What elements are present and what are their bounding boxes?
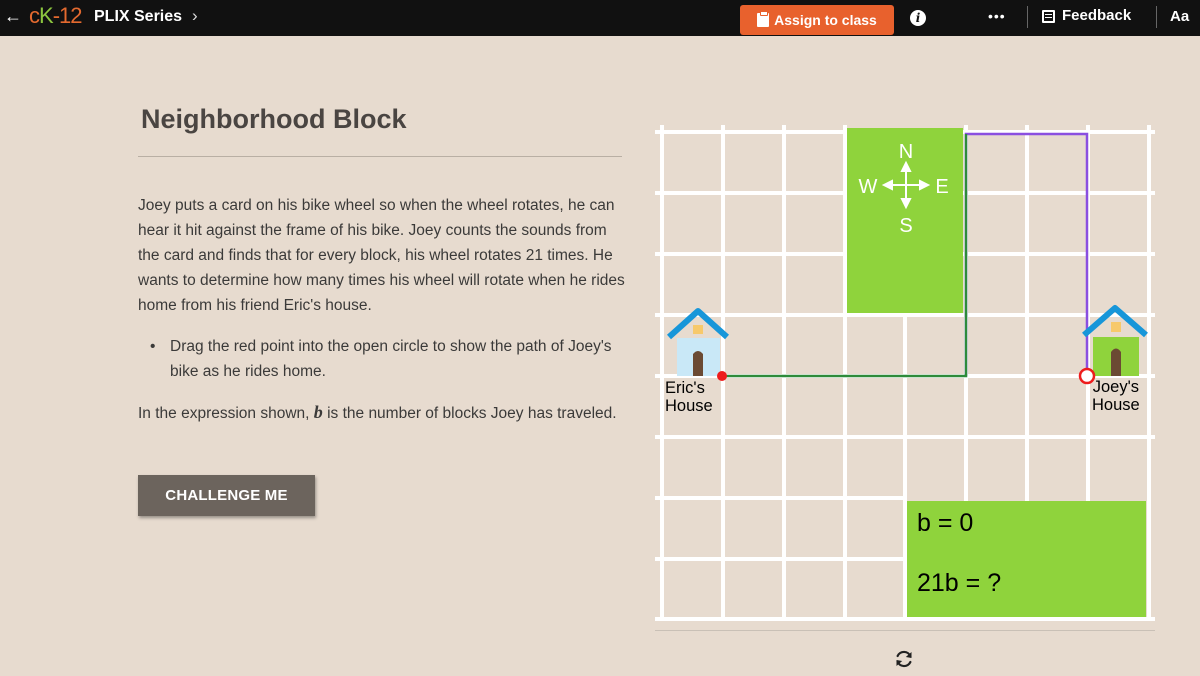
logo-k: K	[39, 3, 54, 28]
compass-north: N	[899, 141, 913, 163]
logo-c: c	[29, 3, 40, 28]
feedback-icon	[1042, 9, 1055, 23]
expression-b-value: b = 0	[917, 509, 973, 537]
eric-label-line2: House	[665, 397, 713, 415]
joey-house-label: Joey's House	[1092, 378, 1140, 414]
map-divider	[655, 630, 1155, 631]
assign-to-class-button[interactable]: Assign to class	[740, 5, 894, 35]
compass-west: W	[859, 176, 878, 198]
plix-series-link[interactable]: PLIX Series	[94, 7, 182, 27]
clipboard-icon	[757, 11, 770, 27]
red-drag-point[interactable]	[717, 371, 727, 381]
feedback-label: Feedback	[1062, 7, 1132, 24]
map-canvas: N S W E b = 0 21b = ?	[655, 125, 1155, 621]
joey-label-line1: Joey's	[1092, 378, 1139, 396]
back-arrow-icon[interactable]: ←	[4, 5, 22, 27]
eric-label-line1: Eric's	[665, 379, 705, 397]
expression-text-end: is the number of blocks Joey has travele…	[322, 405, 617, 422]
compass-east: E	[935, 176, 948, 198]
logo-number: -12	[52, 3, 83, 28]
expression-explanation: In the expression shown, b is the number…	[138, 400, 628, 426]
divider	[1156, 6, 1157, 28]
compass-south: S	[899, 215, 912, 237]
eric-house-label: Eric's House	[665, 379, 713, 415]
divider	[1027, 6, 1028, 28]
info-icon[interactable]: i	[910, 10, 926, 26]
feedback-button[interactable]: Feedback	[1042, 7, 1131, 25]
title-divider	[138, 156, 622, 157]
ck12-logo[interactable]: cK-12	[29, 3, 83, 28]
chevron-right-icon[interactable]: ›	[192, 6, 198, 26]
refresh-icon[interactable]	[893, 648, 915, 670]
joey-label-line2: House	[1092, 396, 1140, 414]
font-size-button[interactable]: Aa	[1170, 8, 1189, 26]
instruction-bullet: Drag the red point into the open circle …	[150, 334, 630, 384]
top-bar: ← cK-12 PLIX Series › Assign to class i …	[0, 0, 1200, 36]
page-title: Neighborhood Block	[141, 104, 407, 134]
joey-house-icon	[1082, 305, 1148, 376]
more-options-icon[interactable]: •••	[988, 6, 1006, 26]
assign-label: Assign to class	[774, 12, 877, 28]
variable-b: b	[313, 402, 323, 422]
expression-total: 21b = ?	[917, 569, 1001, 597]
problem-description: Joey puts a card on his bike wheel so wh…	[138, 197, 625, 314]
neighborhood-map[interactable]: N S W E b = 0 21b = ? Eric's House Joey'…	[655, 125, 1155, 625]
challenge-me-button[interactable]: CHALLENGE ME	[138, 475, 315, 516]
expression-text-start: In the expression shown,	[138, 405, 314, 422]
eric-house-icon	[666, 308, 730, 376]
